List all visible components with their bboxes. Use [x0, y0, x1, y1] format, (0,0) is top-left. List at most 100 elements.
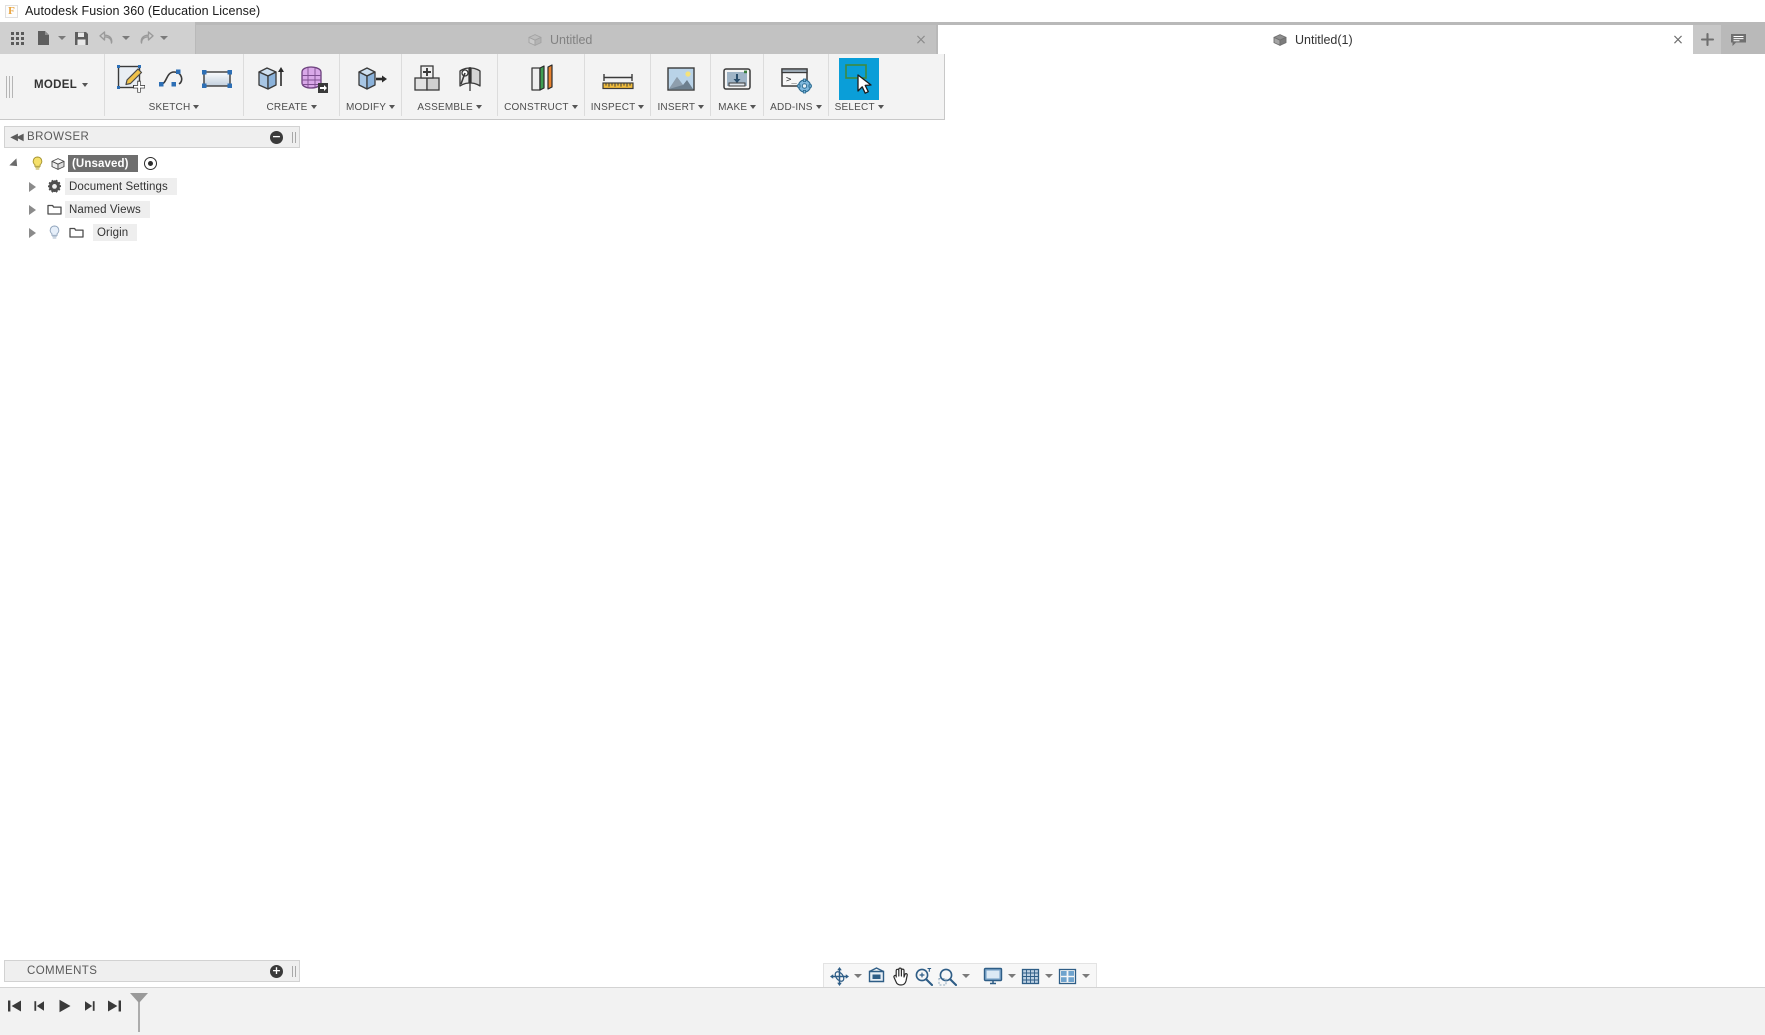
viewports-dropdown[interactable] — [1080, 964, 1092, 988]
browser-panel-header: ◀◀ BROWSER − — [4, 126, 300, 148]
chevron-down-icon[interactable] — [877, 105, 884, 109]
ribbon-panel-label: CONSTRUCT — [504, 101, 569, 113]
component-cube-icon — [526, 33, 544, 47]
browser-node-label: Origin — [93, 224, 138, 241]
ribbon-panel-label: SKETCH — [148, 101, 191, 113]
chevron-down-icon[interactable] — [815, 105, 822, 109]
workspace-switcher[interactable]: MODEL — [18, 54, 106, 116]
tab-strip: Untitled × Untitled(1) × — [0, 22, 1765, 54]
ribbon-toolbar: MODEL SKETCH CREATE MODIFY ASSEMBLE CONS… — [0, 54, 945, 120]
ribbon-gripper[interactable] — [0, 54, 18, 120]
comments-toggle-button[interactable] — [1723, 25, 1753, 54]
zoom-window-dropdown[interactable] — [960, 964, 972, 988]
play-button[interactable] — [54, 994, 75, 1018]
chevron-down-icon[interactable] — [571, 105, 578, 109]
expander-closed-icon[interactable] — [21, 181, 43, 192]
ribbon-panel-sketch: SKETCH — [105, 54, 245, 116]
chevron-down-icon[interactable] — [698, 105, 705, 109]
new-document-dropdown[interactable] — [56, 23, 68, 53]
step-back-button[interactable] — [29, 994, 50, 1018]
offset-plane-icon[interactable] — [521, 58, 561, 100]
document-tab-label: Untitled(1) — [1295, 32, 1353, 47]
app-grid-icon[interactable] — [4, 23, 30, 53]
browser-tree: (Unsaved) Document Settings Named Views … — [4, 152, 300, 244]
browser-panel-title: BROWSER — [27, 131, 90, 143]
new-component-icon[interactable] — [408, 58, 448, 100]
grid-snaps-dropdown[interactable] — [1043, 964, 1055, 988]
extrude-icon[interactable] — [250, 58, 290, 100]
activate-component-radio[interactable] — [143, 157, 157, 170]
close-tab-icon[interactable]: × — [1671, 33, 1685, 47]
add-comment-button[interactable]: + — [270, 964, 283, 978]
document-tab-untitled-1[interactable]: Untitled(1) × — [938, 25, 1693, 54]
autodesk-logo-icon: F — [5, 4, 18, 18]
undo-dropdown[interactable] — [120, 23, 132, 53]
document-tab-untitled[interactable]: Untitled × — [196, 25, 936, 54]
go-to-beginning-button[interactable] — [4, 994, 25, 1018]
undo-icon[interactable] — [94, 23, 120, 53]
redo-icon[interactable] — [132, 23, 158, 53]
chevron-down-icon[interactable] — [193, 105, 200, 109]
chevron-down-icon[interactable] — [638, 105, 645, 109]
collapse-panel-icon[interactable]: ◀◀ — [5, 132, 27, 143]
panel-resize-grip[interactable] — [292, 965, 296, 977]
go-to-end-button[interactable] — [104, 994, 125, 1018]
light-bulb-icon[interactable] — [43, 225, 65, 240]
viewports-icon[interactable] — [1056, 964, 1079, 988]
quick-access-toolbar — [0, 22, 195, 54]
browser-node-label: Named Views — [65, 201, 150, 218]
ribbon-panel-label: INSERT — [657, 101, 696, 113]
expander-closed-icon[interactable] — [21, 227, 43, 238]
viewport-canvas[interactable] — [0, 120, 1765, 987]
spline-icon[interactable] — [154, 58, 194, 100]
chevron-down-icon[interactable] — [750, 105, 757, 109]
new-tab-button[interactable] — [1693, 25, 1721, 54]
3d-print-icon[interactable] — [717, 58, 757, 100]
ribbon-panel-create: CREATE — [244, 54, 341, 116]
insert-mcmaster-icon[interactable] — [661, 58, 701, 100]
redo-dropdown[interactable] — [158, 23, 170, 53]
ribbon-panel-label: CREATE — [266, 101, 308, 113]
chevron-down-icon — [82, 83, 89, 87]
measure-icon[interactable] — [598, 58, 638, 100]
select-tool-icon[interactable] — [839, 57, 880, 100]
create-sketch-icon[interactable] — [111, 58, 151, 100]
panel-resize-grip[interactable] — [292, 131, 296, 143]
rectangle-icon[interactable] — [197, 58, 237, 100]
browser-node-document-settings[interactable]: Document Settings — [4, 175, 300, 198]
chevron-down-icon[interactable] — [389, 105, 396, 109]
ribbon-panel-construct: CONSTRUCT — [498, 54, 585, 116]
pan-icon[interactable] — [889, 964, 911, 988]
browser-node-origin[interactable]: Origin — [4, 221, 300, 244]
display-settings-dropdown[interactable] — [1006, 964, 1018, 988]
press-pull-icon[interactable] — [351, 58, 391, 100]
display-settings-icon[interactable] — [981, 964, 1005, 988]
timeline-controls — [4, 994, 125, 1018]
ribbon-panel-label: SELECT — [834, 101, 875, 113]
new-document-icon[interactable] — [30, 23, 56, 53]
expander-open-icon[interactable] — [4, 157, 26, 170]
close-tab-icon[interactable]: × — [914, 33, 928, 47]
scripts-addins-icon[interactable]: >_ — [776, 58, 816, 100]
browser-node-label: Document Settings — [65, 178, 177, 195]
step-forward-button[interactable] — [79, 994, 100, 1018]
chevron-down-icon[interactable] — [310, 105, 317, 109]
joint-icon[interactable] — [451, 58, 491, 100]
timeline-marker[interactable] — [128, 991, 150, 1033]
save-icon[interactable] — [68, 23, 94, 53]
comments-panel-title: COMMENTS — [27, 965, 98, 977]
create-form-icon[interactable] — [293, 58, 333, 100]
zoom-window-icon[interactable] — [936, 964, 959, 988]
light-bulb-icon[interactable] — [26, 156, 48, 171]
zoom-icon[interactable] — [912, 964, 935, 988]
browser-root-node[interactable]: (Unsaved) — [4, 152, 300, 175]
chevron-down-icon[interactable] — [475, 105, 482, 109]
expander-closed-icon[interactable] — [21, 204, 43, 215]
browser-collapse-button[interactable]: − — [270, 130, 283, 144]
comments-panel-header: COMMENTS + — [4, 960, 300, 982]
browser-node-named-views[interactable]: Named Views — [4, 198, 300, 221]
orbit-dropdown[interactable] — [852, 964, 864, 988]
orbit-icon[interactable] — [828, 964, 851, 988]
grid-snaps-icon[interactable] — [1019, 964, 1042, 988]
look-at-icon[interactable] — [865, 964, 888, 988]
